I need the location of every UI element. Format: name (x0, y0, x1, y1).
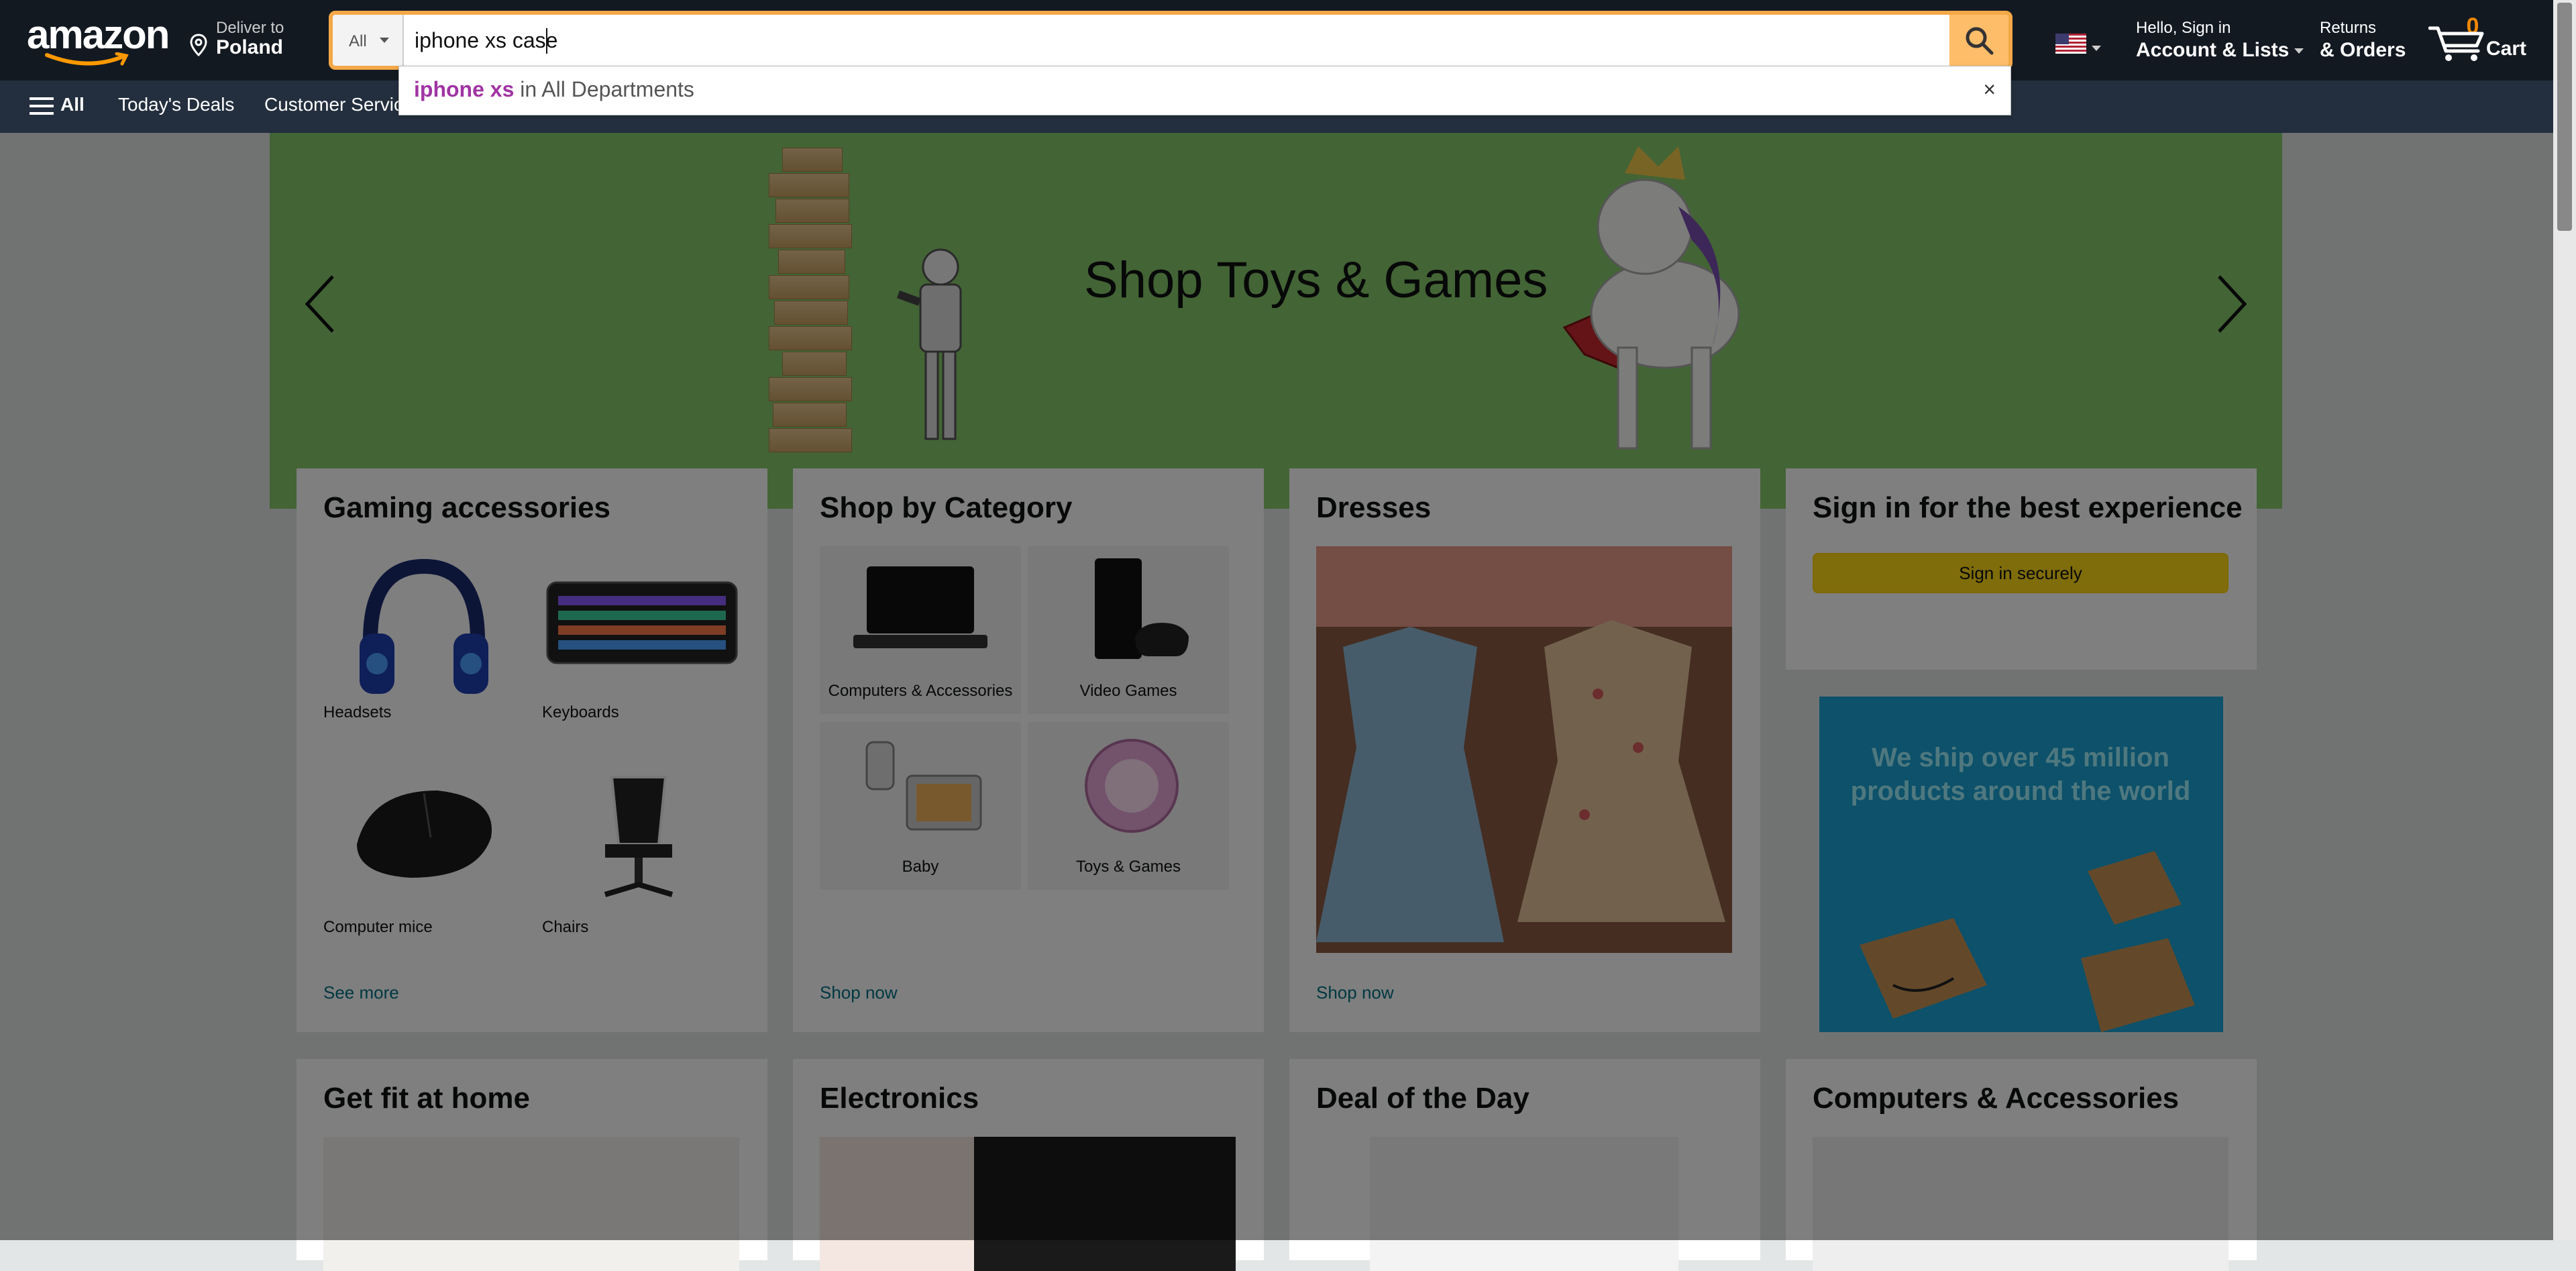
card-title: Electronics (820, 1082, 979, 1115)
account-label: Account & Lists (2136, 39, 2290, 61)
account-lists[interactable]: Hello, Sign in Account & Lists (2136, 19, 2304, 62)
hero-carousel[interactable]: Shop Toys & Games (270, 133, 2282, 509)
shop-now-link[interactable]: Shop now (820, 982, 898, 1003)
chevron-down-icon (2092, 46, 2101, 51)
lol-surprise-ball-image (1085, 739, 1179, 833)
gaming-chair-image[interactable] (592, 770, 686, 905)
category-label: Video Games (1079, 682, 1177, 700)
amazon-logo[interactable]: amazon (27, 12, 170, 66)
card-title: Computers & Accessories (1813, 1082, 2180, 1115)
text-caret (546, 28, 547, 54)
computers-image[interactable] (1813, 1137, 2229, 1271)
card-computers-accessories: Computers & Accessories (1786, 1059, 2257, 1271)
sign-in-button[interactable]: Sign in securely (1813, 553, 2229, 593)
nav-customer-service[interactable]: Customer Service (264, 94, 414, 115)
category-tile-baby[interactable]: Baby (820, 722, 1021, 890)
card-shop-by-category: Shop by Category Computers & Accessories… (793, 468, 1264, 1032)
search-suggestion-item[interactable]: iphone xs in All Departments (414, 77, 694, 102)
card-title: Get fit at home (323, 1082, 531, 1115)
card-electronics: Electronics (793, 1059, 1264, 1271)
headset-image[interactable] (343, 546, 504, 707)
keyboard-image[interactable] (545, 569, 739, 676)
smile-icon (45, 52, 129, 66)
fitness-image[interactable] (323, 1137, 739, 1271)
hamburger-menu-icon (30, 97, 54, 115)
card-sign-in: Sign in for the best experience Sign in … (1786, 468, 2257, 670)
deliver-location: Poland (216, 36, 284, 58)
page-scrollbar[interactable] (2553, 0, 2576, 1240)
jenga-tower-image (769, 148, 856, 452)
action-figure-image (896, 248, 962, 440)
card-deal-of-the-day: Deal of the Day (1289, 1059, 1760, 1271)
card-gaming-accessories: Gaming accessories Headsets Keyboards Co… (297, 468, 767, 1032)
card-title: Gaming accessories (323, 491, 611, 524)
dresses-image[interactable] (1316, 546, 1732, 953)
chevron-down-icon (2294, 48, 2304, 54)
baby-monitor-image (865, 741, 982, 831)
electronics-image[interactable] (820, 1137, 1236, 1271)
orders-label: & Orders (2320, 39, 2406, 61)
game-console-image (1095, 558, 1189, 659)
nav-todays-deals[interactable]: Today's Deals (118, 94, 234, 115)
search-button[interactable] (1949, 15, 2008, 66)
category-tile-computers[interactable]: Computers & Accessories (820, 546, 1021, 714)
category-label: Toys & Games (1075, 858, 1181, 876)
chevron-down-icon (380, 38, 389, 43)
card-title: Sign in for the best experience (1813, 491, 2243, 524)
category-tile-video-games[interactable]: Video Games (1028, 546, 1229, 714)
suggestion-scope: in All Departments (514, 77, 694, 101)
deliver-label: Deliver to (216, 19, 284, 37)
shop-now-link[interactable]: Shop now (1316, 982, 1394, 1003)
returns-orders[interactable]: Returns & Orders (2320, 19, 2406, 62)
boxes-illustration (1860, 851, 2195, 1032)
gaming-item-headsets[interactable]: Headsets (323, 703, 391, 722)
carousel-prev-arrow-icon[interactable] (303, 274, 337, 334)
gaming-item-computer-mice[interactable]: Computer mice (323, 918, 433, 937)
computer-mouse-image[interactable] (343, 777, 504, 884)
returns-label: Returns (2320, 19, 2377, 37)
all-menu-label: All (60, 94, 85, 115)
search-suggestions-dropdown: iphone xs in All Departments × (398, 66, 2011, 115)
deal-image[interactable] (1370, 1137, 1678, 1271)
gaming-item-keyboards[interactable]: Keyboards (542, 703, 619, 722)
laptop-image (853, 566, 987, 648)
card-title: Deal of the Day (1316, 1082, 1529, 1115)
card-dresses: Dresses Shop now (1289, 468, 1760, 1032)
search-icon (1966, 27, 1994, 55)
cart-button[interactable]: 0 Cart (2428, 13, 2529, 67)
dresses-illustration (1316, 546, 1732, 942)
card-get-fit-at-home: Get fit at home (297, 1059, 767, 1271)
category-tile-toys-games[interactable]: Toys & Games (1028, 722, 1229, 890)
all-menu-button[interactable]: All (30, 94, 85, 116)
suggestion-match: iphone xs (414, 77, 515, 101)
shipping-banner[interactable]: We ship over 45 million products around … (1819, 697, 2223, 1032)
close-icon[interactable]: × (1983, 77, 1996, 102)
search-bar: All (329, 11, 2012, 70)
location-pin-icon (190, 34, 207, 56)
card-title: Dresses (1316, 491, 1432, 524)
search-category-label: All (349, 32, 367, 50)
category-label: Computers & Accessories (828, 682, 1013, 700)
account-greeting: Hello, Sign in (2136, 19, 2231, 37)
logo-text: amazon (27, 12, 170, 57)
gaming-item-chairs[interactable]: Chairs (542, 918, 588, 937)
category-label: Baby (902, 858, 939, 876)
search-category-dropdown[interactable]: All (333, 15, 404, 66)
carousel-next-arrow-icon[interactable] (2215, 274, 2249, 334)
hero-title: Shop Toys & Games (1084, 252, 1548, 309)
cart-label: Cart (2486, 38, 2527, 60)
card-title: Shop by Category (820, 491, 1073, 524)
shipping-banner-text: We ship over 45 million products around … (1850, 743, 2191, 806)
toy-pony-image (1590, 146, 1740, 450)
cart-icon (2428, 26, 2484, 61)
scrollbar-thumb[interactable] (2557, 3, 2572, 231)
search-input[interactable] (404, 15, 1957, 66)
us-flag-icon[interactable] (2055, 34, 2086, 54)
see-more-link[interactable]: See more (323, 982, 399, 1003)
